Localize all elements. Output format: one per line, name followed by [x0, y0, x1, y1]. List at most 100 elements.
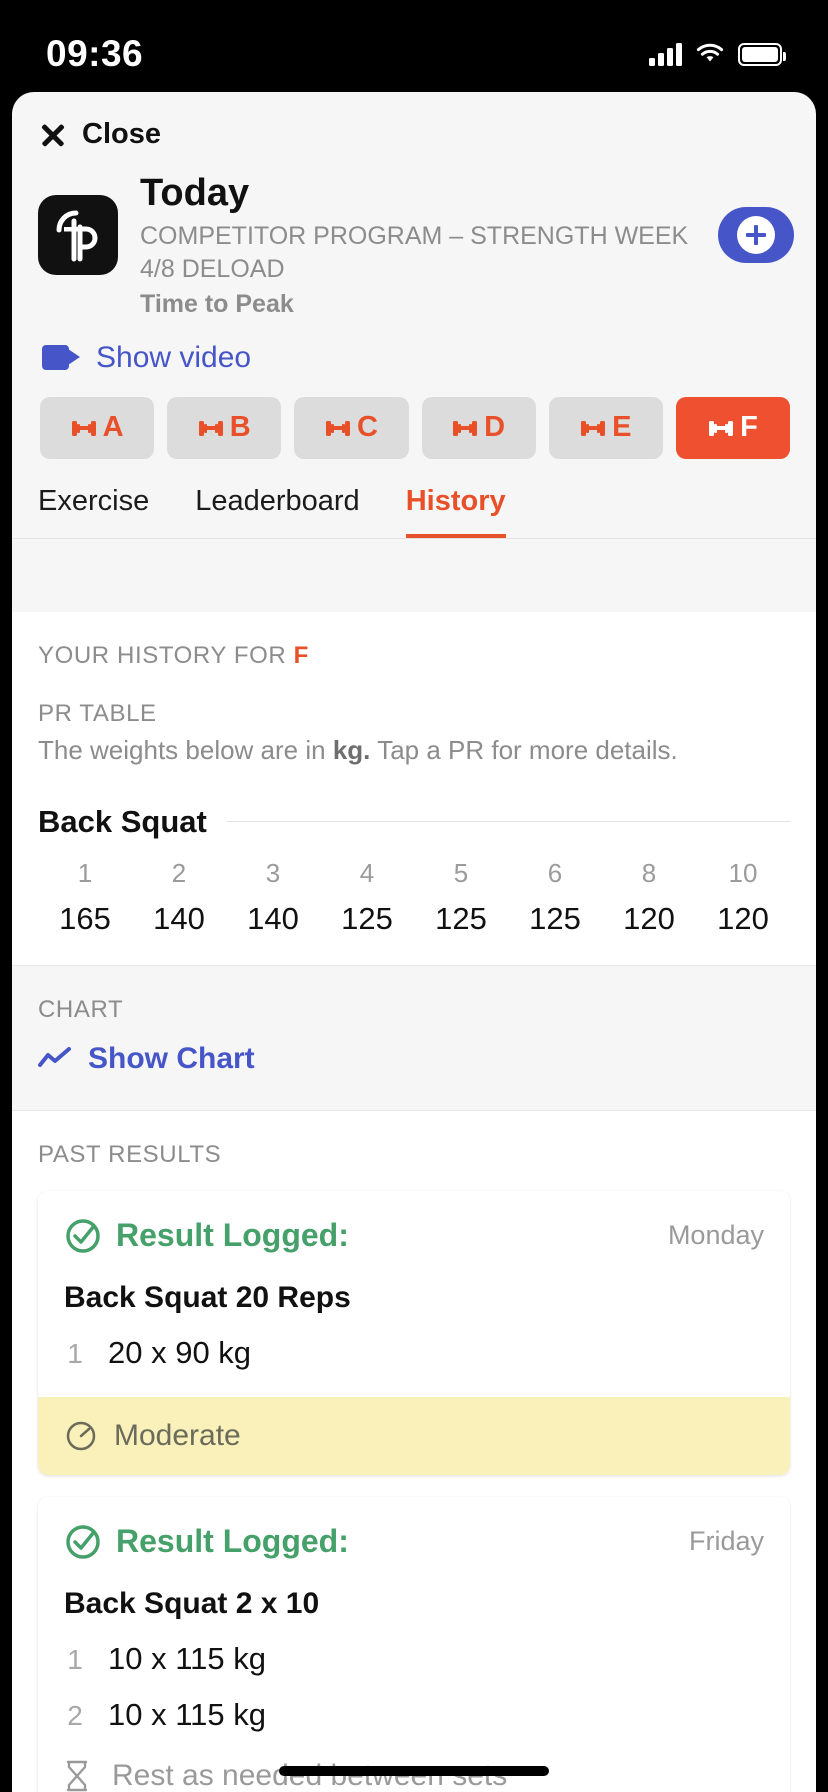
result-day: Friday: [688, 1526, 764, 1557]
tab-leaderboard[interactable]: Leaderboard: [195, 485, 359, 539]
pr-rep-header: 8: [641, 857, 657, 888]
letter-tab-b[interactable]: B: [167, 396, 282, 459]
result-card-header: Result Logged: Friday: [64, 1523, 764, 1561]
set-value: 20 x 90 kg: [108, 1334, 252, 1370]
result-status: Result Logged:: [64, 1217, 349, 1255]
tab-history[interactable]: History: [405, 485, 506, 539]
tab-exercise[interactable]: Exercise: [38, 485, 149, 539]
close-button[interactable]: Close: [12, 92, 816, 161]
result-title: Back Squat 2 x 10: [64, 1586, 320, 1620]
phone-screen: 09:36 Close Today COMPETITOR PROGRAM – S…: [0, 0, 828, 1792]
set-value: 10 x 115 kg: [108, 1640, 266, 1676]
cellular-signal-icon: [649, 42, 682, 66]
letter-tab-c-label: C: [356, 411, 378, 444]
status-bar: 09:36: [0, 0, 828, 92]
pr-table-label: PR TABLE: [38, 700, 157, 727]
history-eyebrow-letter: F: [293, 642, 309, 669]
pr-weight-cell[interactable]: 165: [38, 901, 132, 937]
pr-note-unit: kg.: [332, 735, 371, 765]
chart-label: CHART: [38, 995, 124, 1023]
battery-icon: [738, 42, 786, 66]
pr-weight-cell[interactable]: 125: [320, 901, 414, 937]
result-status-label: Result Logged:: [116, 1523, 349, 1560]
pr-exercise-name: Back Squat: [38, 803, 207, 839]
show-chart-label: Show Chart: [88, 1041, 255, 1075]
history-eyebrow: YOUR HISTORY FOR F: [38, 642, 790, 670]
program-subtitle: COMPETITOR PROGRAM – STRENGTH WEEK 4/8 D…: [140, 221, 689, 283]
result-card[interactable]: Result Logged: Friday Back Squat 2 x 10 …: [38, 1496, 790, 1792]
divider: [226, 821, 790, 823]
dumbbell-icon: [708, 420, 734, 436]
close-x-icon: [38, 120, 68, 150]
dumbbell-icon: [580, 420, 606, 436]
pr-table-note: The weights below are in kg. Tap a PR fo…: [38, 734, 790, 768]
program-brand: Time to Peak: [140, 289, 294, 318]
result-set-row: 1 10 x 115 kg: [64, 1641, 764, 1677]
pr-weight-cell[interactable]: 120: [696, 901, 790, 937]
letter-tab-f-label: F: [740, 411, 758, 444]
letter-tab-c[interactable]: C: [294, 396, 409, 459]
set-number: 2: [67, 1699, 83, 1731]
result-set-row: 2 10 x 115 kg: [64, 1697, 764, 1733]
check-circle-icon: [66, 1219, 100, 1253]
add-result-button[interactable]: [718, 207, 794, 263]
letter-tab-d[interactable]: D: [421, 396, 536, 459]
letter-tab-d-label: D: [484, 411, 506, 444]
video-camera-icon: [42, 345, 80, 371]
result-title: Back Squat 20 Reps: [64, 1280, 351, 1314]
past-results-section: PAST RESULTS Result Logged: Monday Back …: [12, 1110, 816, 1792]
dumbbell-icon: [325, 420, 351, 436]
result-day: Monday: [667, 1220, 764, 1251]
workout-detail-sheet: Close Today COMPETITOR PROGRAM – STRENGT…: [12, 92, 816, 1792]
hourglass-icon: [66, 1760, 88, 1791]
workout-header-text: Today COMPETITOR PROGRAM – STRENGTH WEEK…: [118, 169, 718, 319]
close-button-label: Close: [82, 118, 161, 150]
result-card-body: Result Logged: Monday Back Squat 20 Reps…: [38, 1191, 790, 1397]
time-to-peak-logo: [38, 195, 118, 275]
pr-rep-header: 2: [171, 857, 187, 888]
show-chart-link[interactable]: Show Chart: [38, 1042, 790, 1076]
pr-weight-cell[interactable]: 140: [132, 901, 226, 937]
result-set-row: 1 20 x 90 kg: [64, 1335, 764, 1371]
show-video-label: Show video: [96, 340, 252, 374]
result-status-label: Result Logged:: [116, 1217, 349, 1254]
pr-weight-cell[interactable]: 125: [508, 901, 602, 937]
pr-exercise-header: Back Squat: [38, 804, 790, 840]
pr-rep-header: 6: [547, 857, 563, 888]
letter-tab-f[interactable]: F: [675, 396, 791, 459]
set-number: 1: [67, 1643, 83, 1675]
pr-weight-cell[interactable]: 120: [602, 901, 696, 937]
set-value: 10 x 115 kg: [108, 1696, 266, 1732]
pr-table: 1 2 3 4 5 6 8 10 165 140 140 125 125 125…: [38, 858, 790, 937]
pr-rep-header: 1: [77, 857, 93, 888]
set-number: 1: [67, 1337, 83, 1369]
pr-weight-cell[interactable]: 125: [414, 901, 508, 937]
pr-rep-header: 5: [453, 857, 469, 888]
letter-tab-e-label: E: [612, 411, 632, 444]
intensity-badge: Moderate: [38, 1396, 790, 1475]
letter-tab-a[interactable]: A: [40, 396, 155, 459]
pr-note-suffix: Tap a PR for more details.: [377, 735, 678, 765]
letter-tab-e[interactable]: E: [548, 396, 663, 459]
pr-table-section: YOUR HISTORY FOR F PR TABLE The weights …: [12, 612, 816, 965]
gauge-icon: [66, 1421, 96, 1451]
history-eyebrow-prefix: YOUR HISTORY FOR: [38, 642, 287, 669]
history-scroll-area[interactable]: YOUR HISTORY FOR F PR TABLE The weights …: [12, 612, 816, 1792]
pr-rep-header: 4: [359, 857, 375, 888]
chart-section: CHART Show Chart: [12, 964, 816, 1111]
result-status: Result Logged:: [64, 1523, 349, 1561]
pr-weight-cell[interactable]: 140: [226, 901, 320, 937]
intensity-badge-label: Moderate: [114, 1418, 241, 1452]
status-bar-icons: [649, 42, 786, 66]
letter-tab-a-label: A: [102, 411, 124, 444]
check-circle-icon: [66, 1525, 100, 1559]
letter-tab-b-label: B: [229, 411, 251, 444]
dumbbell-icon: [71, 420, 97, 436]
workout-header: Today COMPETITOR PROGRAM – STRENGTH WEEK…: [12, 161, 816, 319]
pr-rep-header: 10: [728, 857, 758, 888]
result-card[interactable]: Result Logged: Monday Back Squat 20 Reps…: [38, 1190, 790, 1475]
result-card-header: Result Logged: Monday: [64, 1217, 764, 1255]
plus-circle-icon: [737, 216, 775, 254]
show-video-link[interactable]: Show video: [12, 319, 816, 375]
home-indicator: [279, 1766, 549, 1776]
